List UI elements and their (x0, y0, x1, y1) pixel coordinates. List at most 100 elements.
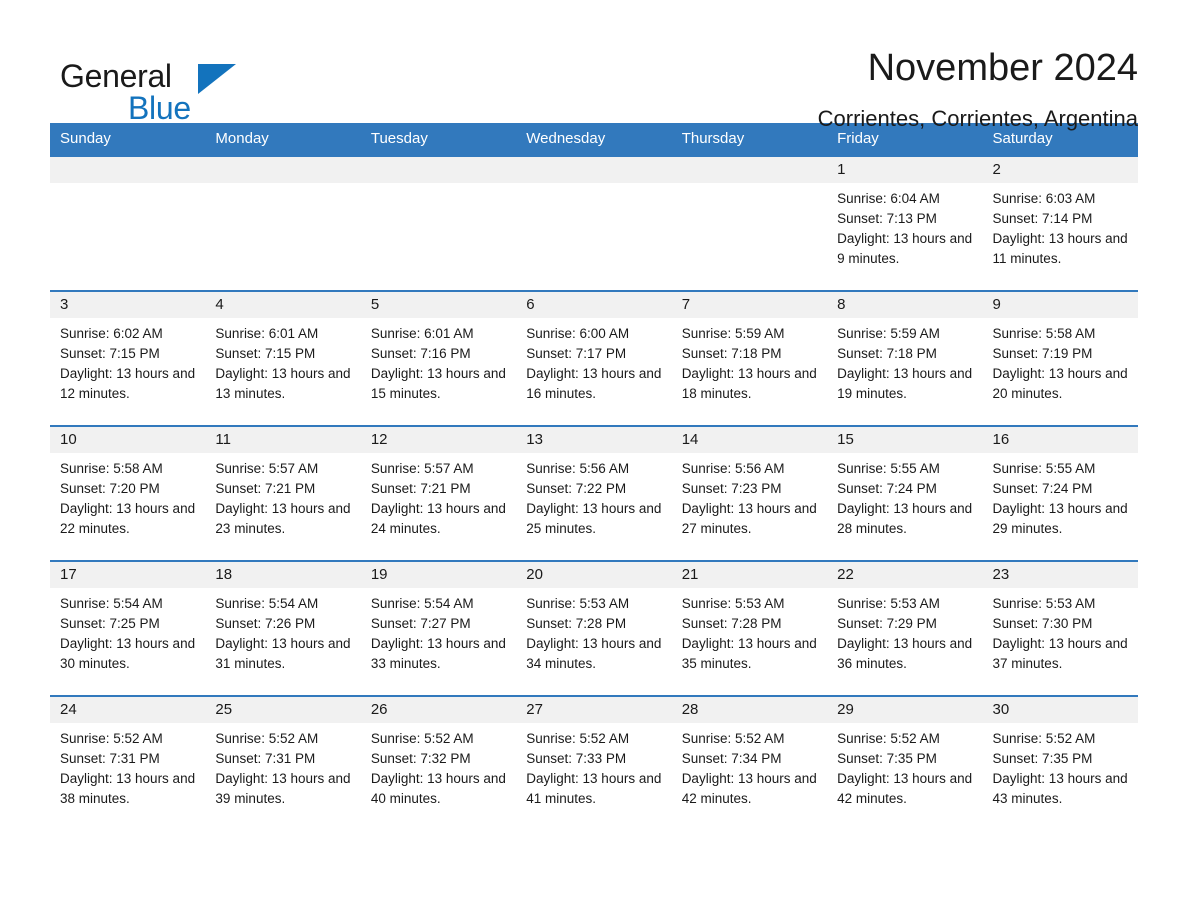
daylight-text: Daylight: 13 hours and 9 minutes. (837, 231, 973, 266)
day-info: Sunrise: 6:03 AM Sunset: 7:14 PM Dayligh… (983, 183, 1138, 269)
week-row: 1 Sunrise: 6:04 AM Sunset: 7:13 PM Dayli… (50, 155, 1138, 291)
daylight-text: Daylight: 13 hours and 43 minutes. (992, 771, 1128, 806)
sunrise-text: Sunrise: 5:59 AM (837, 326, 940, 341)
day-cell[interactable]: 8 Sunrise: 5:59 AM Sunset: 7:18 PM Dayli… (827, 290, 983, 426)
day-cell[interactable]: 12 Sunrise: 5:57 AM Sunset: 7:21 PM Dayl… (360, 425, 517, 561)
sunrise-text: Sunrise: 5:55 AM (992, 461, 1096, 476)
sunset-text: Sunset: 7:23 PM (681, 481, 782, 496)
day-number: 23 (982, 562, 1138, 588)
day-cell[interactable]: 28 Sunrise: 5:52 AM Sunset: 7:34 PM Dayl… (671, 695, 828, 831)
day-cell[interactable]: 29 Sunrise: 5:52 AM Sunset: 7:35 PM Dayl… (827, 695, 983, 831)
day-info: Sunrise: 5:54 AM Sunset: 7:25 PM Dayligh… (50, 588, 205, 674)
day-cell[interactable]: 30 Sunrise: 5:52 AM Sunset: 7:35 PM Dayl… (982, 695, 1138, 831)
day-cell[interactable]: 18 Sunrise: 5:54 AM Sunset: 7:26 PM Dayl… (205, 560, 361, 696)
day-cell[interactable] (205, 155, 361, 291)
day-number: 7 (671, 292, 828, 318)
day-cell[interactable]: 16 Sunrise: 5:55 AM Sunset: 7:24 PM Dayl… (982, 425, 1138, 561)
day-cell[interactable]: 7 Sunrise: 5:59 AM Sunset: 7:18 PM Dayli… (671, 290, 828, 426)
sunrise-text: Sunrise: 5:54 AM (370, 596, 474, 611)
day-number: 26 (360, 697, 517, 723)
daylight-text: Daylight: 13 hours and 33 minutes. (370, 636, 506, 671)
day-info: Sunrise: 5:55 AM Sunset: 7:24 PM Dayligh… (983, 453, 1138, 539)
sunset-text: Sunset: 7:15 PM (60, 346, 160, 361)
daylight-text: Daylight: 13 hours and 30 minutes. (60, 636, 196, 671)
day-cell[interactable]: 26 Sunrise: 5:52 AM Sunset: 7:32 PM Dayl… (360, 695, 517, 831)
sunrise-text: Sunrise: 6:01 AM (370, 326, 474, 341)
week-row: 10 Sunrise: 5:58 AM Sunset: 7:20 PM Dayl… (50, 425, 1138, 561)
day-number: 14 (671, 427, 828, 453)
calendar-body: 1 Sunrise: 6:04 AM Sunset: 7:13 PM Dayli… (50, 155, 1138, 831)
weekday-header-tuesday: Tuesday (360, 123, 517, 156)
day-number: 18 (205, 562, 361, 588)
daylight-text: Daylight: 13 hours and 29 minutes. (992, 501, 1128, 536)
day-number: 25 (205, 697, 361, 723)
day-info: Sunrise: 5:53 AM Sunset: 7:28 PM Dayligh… (516, 588, 671, 674)
day-info (50, 183, 205, 189)
daylight-text: Daylight: 13 hours and 37 minutes. (992, 636, 1128, 671)
daylight-text: Daylight: 13 hours and 19 minutes. (837, 366, 973, 401)
day-cell[interactable]: 6 Sunrise: 6:00 AM Sunset: 7:17 PM Dayli… (516, 290, 672, 426)
sunrise-text: Sunrise: 6:03 AM (992, 191, 1096, 206)
sunrise-text: Sunrise: 5:59 AM (681, 326, 785, 341)
day-cell[interactable]: 23 Sunrise: 5:53 AM Sunset: 7:30 PM Dayl… (982, 560, 1138, 696)
sunset-text: Sunset: 7:21 PM (215, 481, 316, 496)
day-info: Sunrise: 5:56 AM Sunset: 7:22 PM Dayligh… (516, 453, 671, 539)
day-number: 1 (827, 157, 983, 183)
sunrise-text: Sunrise: 5:53 AM (837, 596, 940, 611)
day-cell[interactable]: 2 Sunrise: 6:03 AM Sunset: 7:14 PM Dayli… (982, 155, 1138, 291)
week-row: 17 Sunrise: 5:54 AM Sunset: 7:25 PM Dayl… (50, 560, 1138, 696)
day-cell[interactable]: 22 Sunrise: 5:53 AM Sunset: 7:29 PM Dayl… (827, 560, 983, 696)
sunset-text: Sunset: 7:22 PM (526, 481, 627, 496)
day-cell[interactable]: 5 Sunrise: 6:01 AM Sunset: 7:16 PM Dayli… (360, 290, 517, 426)
day-info: Sunrise: 6:02 AM Sunset: 7:15 PM Dayligh… (50, 318, 205, 404)
day-cell[interactable]: 9 Sunrise: 5:58 AM Sunset: 7:19 PM Dayli… (982, 290, 1138, 426)
weekday-header-wednesday: Wednesday (516, 123, 672, 156)
day-info: Sunrise: 5:52 AM Sunset: 7:33 PM Dayligh… (516, 723, 671, 809)
sunset-text: Sunset: 7:24 PM (992, 481, 1093, 496)
daylight-text: Daylight: 13 hours and 38 minutes. (60, 771, 196, 806)
calendar-table: Sunday Monday Tuesday Wednesday Thursday… (50, 123, 1138, 831)
sunset-text: Sunset: 7:16 PM (370, 346, 471, 361)
day-cell[interactable]: 20 Sunrise: 5:53 AM Sunset: 7:28 PM Dayl… (516, 560, 672, 696)
day-cell[interactable] (516, 155, 672, 291)
day-cell[interactable]: 10 Sunrise: 5:58 AM Sunset: 7:20 PM Dayl… (50, 425, 206, 561)
day-cell[interactable]: 17 Sunrise: 5:54 AM Sunset: 7:25 PM Dayl… (50, 560, 206, 696)
day-cell[interactable]: 11 Sunrise: 5:57 AM Sunset: 7:21 PM Dayl… (205, 425, 361, 561)
day-cell[interactable]: 21 Sunrise: 5:53 AM Sunset: 7:28 PM Dayl… (671, 560, 828, 696)
daylight-text: Daylight: 13 hours and 23 minutes. (215, 501, 351, 536)
day-cell[interactable]: 25 Sunrise: 5:52 AM Sunset: 7:31 PM Dayl… (205, 695, 361, 831)
day-cell[interactable]: 24 Sunrise: 5:52 AM Sunset: 7:31 PM Dayl… (50, 695, 206, 831)
sunset-text: Sunset: 7:17 PM (526, 346, 627, 361)
day-cell[interactable]: 1 Sunrise: 6:04 AM Sunset: 7:13 PM Dayli… (827, 155, 983, 291)
day-cell[interactable] (360, 155, 517, 291)
day-cell[interactable]: 14 Sunrise: 5:56 AM Sunset: 7:23 PM Dayl… (671, 425, 828, 561)
day-number: 5 (360, 292, 517, 318)
day-number: 10 (50, 427, 206, 453)
day-cell[interactable]: 15 Sunrise: 5:55 AM Sunset: 7:24 PM Dayl… (827, 425, 983, 561)
sunset-text: Sunset: 7:33 PM (526, 751, 627, 766)
title-block: November 2024 Corrientes, Corrientes, Ar… (818, 46, 1138, 132)
sunset-text: Sunset: 7:13 PM (837, 211, 937, 226)
day-number: 20 (516, 562, 672, 588)
day-cell[interactable]: 27 Sunrise: 5:52 AM Sunset: 7:33 PM Dayl… (516, 695, 672, 831)
daylight-text: Daylight: 13 hours and 16 minutes. (526, 366, 662, 401)
day-cell[interactable]: 3 Sunrise: 6:02 AM Sunset: 7:15 PM Dayli… (50, 290, 206, 426)
daylight-text: Daylight: 13 hours and 11 minutes. (992, 231, 1128, 266)
day-number: 21 (671, 562, 828, 588)
sunset-text: Sunset: 7:30 PM (992, 616, 1093, 631)
day-cell[interactable] (671, 155, 828, 291)
general-blue-logo[interactable]: General Blue (50, 46, 310, 126)
sunrise-text: Sunrise: 5:53 AM (681, 596, 785, 611)
day-cell[interactable]: 4 Sunrise: 6:01 AM Sunset: 7:15 PM Dayli… (205, 290, 361, 426)
day-cell[interactable]: 19 Sunrise: 5:54 AM Sunset: 7:27 PM Dayl… (360, 560, 517, 696)
day-number: 19 (360, 562, 517, 588)
sunrise-text: Sunrise: 5:57 AM (370, 461, 474, 476)
day-info: Sunrise: 6:01 AM Sunset: 7:15 PM Dayligh… (205, 318, 360, 404)
daylight-text: Daylight: 13 hours and 36 minutes. (837, 636, 973, 671)
day-cell[interactable]: 13 Sunrise: 5:56 AM Sunset: 7:22 PM Dayl… (516, 425, 672, 561)
daylight-text: Daylight: 13 hours and 15 minutes. (370, 366, 506, 401)
day-cell[interactable] (50, 155, 206, 291)
day-number: 16 (982, 427, 1138, 453)
daylight-text: Daylight: 13 hours and 31 minutes. (215, 636, 351, 671)
day-info: Sunrise: 5:53 AM Sunset: 7:28 PM Dayligh… (672, 588, 827, 674)
